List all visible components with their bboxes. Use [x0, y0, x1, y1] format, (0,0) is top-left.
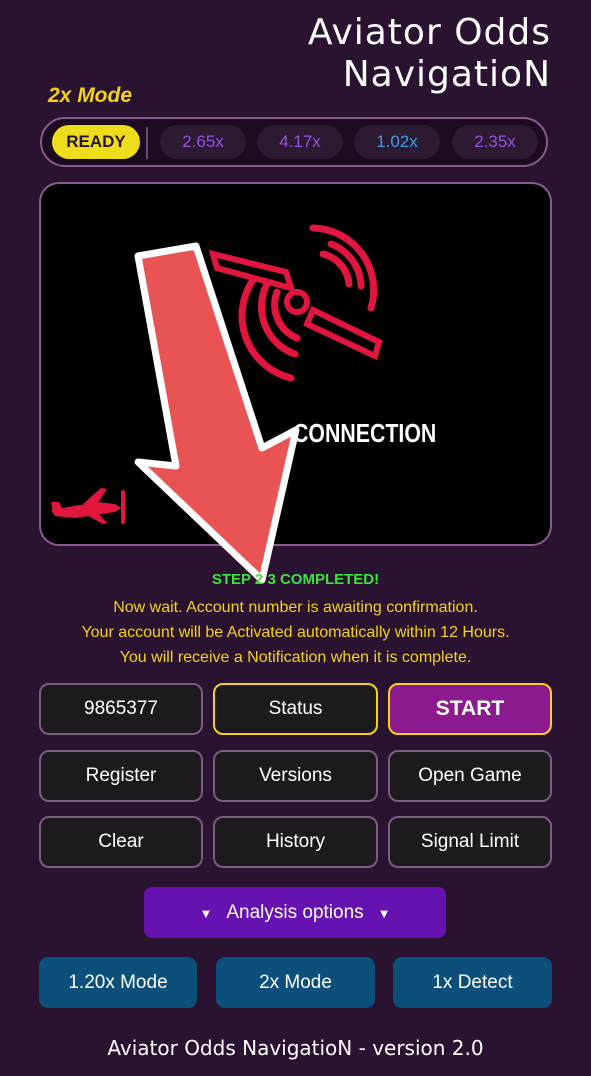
versions-button[interactable]: Versions: [213, 750, 378, 802]
info-message-line2: Your account will be Activated automatic…: [81, 624, 510, 641]
analysis-options-button[interactable]: ▼ Analysis options ▼: [144, 887, 446, 938]
app-title: Aviator Odds NavigatioN: [308, 12, 551, 96]
odds-divider: [146, 127, 148, 159]
app-title-line1: Aviator Odds: [307, 12, 551, 53]
open-game-button[interactable]: Open Game: [388, 750, 552, 802]
analysis-options-label: Analysis options: [226, 902, 364, 923]
odd-value: 4.17x: [279, 132, 321, 151]
chevron-down-icon: ▼: [199, 906, 213, 921]
detect-1x-button[interactable]: 1x Detect: [393, 957, 552, 1008]
odd-pill: 1.02x: [354, 125, 440, 159]
connection-status-text: CONNECTION: [293, 418, 437, 448]
plane-icon: [51, 488, 125, 524]
chevron-down-icon: ▼: [377, 906, 391, 921]
signal-limit-button[interactable]: Signal Limit: [388, 816, 552, 868]
info-message-line3: You will receive a Notification when it …: [119, 649, 472, 666]
ready-badge: READY: [52, 125, 140, 159]
mode-2x-button[interactable]: 2x Mode: [216, 957, 375, 1008]
app-title-line2: NavigatioN: [342, 54, 551, 95]
odds-history-bar: READY 2.65x 4.17x 1.02x 2.35x: [40, 117, 548, 167]
odd-value: 2.65x: [182, 132, 224, 151]
history-button[interactable]: History: [213, 816, 378, 868]
game-stage: CONNECTION: [39, 182, 552, 546]
odd-value: 1.02x: [376, 132, 418, 151]
register-button[interactable]: Register: [39, 750, 203, 802]
mode-120x-button[interactable]: 1.20x Mode: [39, 957, 197, 1008]
status-button[interactable]: Status: [213, 683, 378, 735]
info-message-line1: Now wait. Account number is awaiting con…: [113, 599, 478, 616]
start-button[interactable]: START: [388, 683, 552, 735]
odd-pill: 4.17x: [257, 125, 343, 159]
odd-pill: 2.35x: [452, 125, 538, 159]
odd-value: 2.35x: [474, 132, 516, 151]
step-status-message: STEP 2 3 COMPLETED!: [211, 571, 380, 588]
footer-version: Aviator Odds NavigatioN - version 2.0: [107, 1036, 484, 1060]
clear-button[interactable]: Clear: [39, 816, 203, 868]
account-number-field[interactable]: 9865377: [39, 683, 203, 735]
current-mode-label: 2x Mode: [48, 84, 133, 107]
odd-pill: 2.65x: [160, 125, 246, 159]
